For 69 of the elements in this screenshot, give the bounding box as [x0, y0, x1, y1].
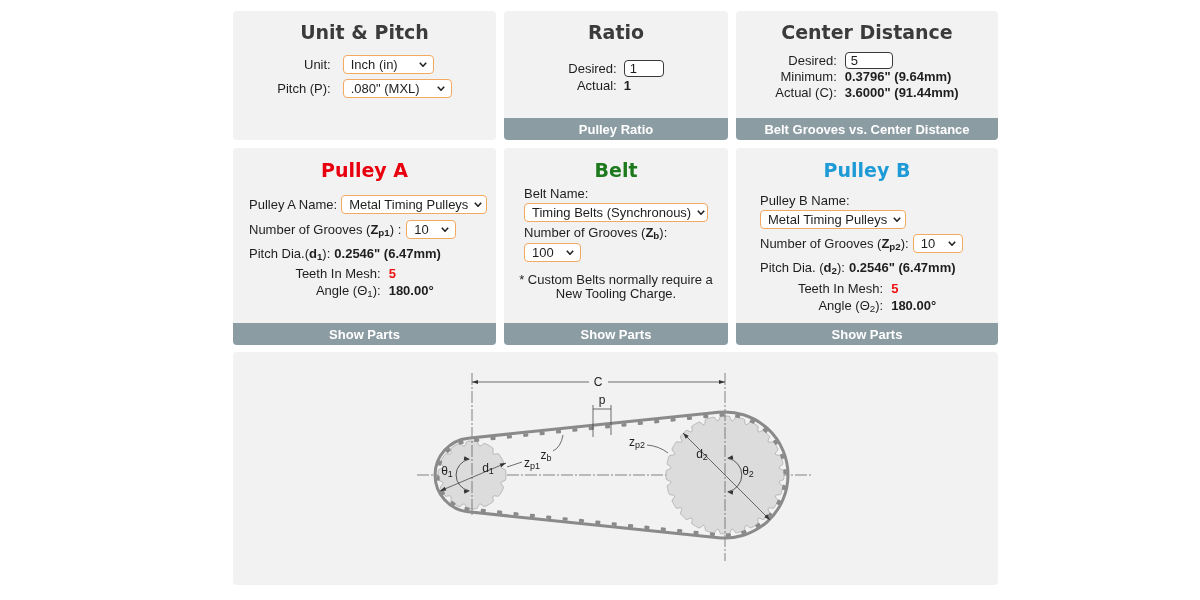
chevron-down-icon — [697, 210, 706, 215]
field-value: 180.00° — [388, 283, 434, 299]
chevron-down-icon — [474, 202, 483, 207]
chevron-down-icon — [893, 217, 902, 222]
field-value: 1 — [623, 78, 632, 94]
panel-title: Pulley A — [319, 158, 410, 183]
angle-arc — [727, 455, 743, 495]
diagram-label: C — [593, 376, 603, 388]
diagram-label: z$_{b}$ — [540, 449, 552, 461]
diagram-label: z$_{p1}$ — [524, 457, 540, 469]
field-label: Desired: — [568, 60, 617, 77]
panel-title: Ratio — [586, 20, 646, 45]
chevron-down-icon — [566, 250, 574, 255]
field-value: 5 — [388, 266, 397, 282]
field-label: Angle (Θ$_{1}$): — [314, 283, 381, 299]
field-label: Belt Name: — [524, 186, 589, 202]
leader-line — [506, 461, 523, 468]
field-value: 0.2546" (6.47mm) — [848, 260, 956, 276]
diagram-label: d$_{1}$ — [482, 462, 494, 474]
field-label: Minimum: — [779, 69, 837, 85]
grooves-select[interactable]: 100 — [524, 243, 581, 262]
field-label: Pitch Dia. (d$_{2}$): — [760, 260, 845, 276]
ratio-input[interactable]: 1 — [623, 60, 664, 77]
field-label: Teeth In Mesh: — [797, 281, 884, 297]
field-value: 0.2546" (6.47mm) — [334, 246, 441, 262]
field-label: Teeth In Mesh: — [295, 266, 381, 282]
field-label: Pitch (P): — [277, 80, 331, 97]
diagram-label: θ$_{2}$ — [742, 465, 754, 477]
field-label: Pitch Dia.(d$_{1}$): — [249, 246, 331, 262]
unit-select[interactable]: Inch (in) — [342, 55, 434, 74]
field-label: Number of Grooves (Z$_{b}$): — [524, 225, 668, 241]
diagram-label: p — [598, 394, 606, 406]
chevron-down-icon — [947, 241, 956, 246]
field-label: Pulley B Name: — [760, 193, 850, 209]
panel-title: Belt — [593, 158, 639, 183]
diameter-line — [439, 462, 507, 492]
leader-line — [646, 444, 669, 454]
pulley-name-select[interactable]: Metal Timing Pulleys — [760, 210, 906, 229]
small-pulley — [437, 440, 507, 510]
diagram-label: d$_{2}$ — [696, 448, 708, 460]
field-label: Actual: — [575, 78, 617, 94]
field-value: 180.00° — [891, 298, 937, 314]
angle-arc — [455, 456, 470, 494]
leader-line — [552, 434, 564, 452]
field-label: Angle (Θ$_{2}$): — [817, 298, 884, 314]
field-label: Unit: — [303, 56, 331, 73]
field-value: 0.3796" (9.64mm) — [844, 69, 953, 85]
chevron-down-icon — [441, 227, 450, 232]
tooling-note: * Custom Belts normally require a New Tooling Charge. — [518, 273, 714, 301]
field-value: 3.6000" (91.44mm) — [844, 85, 959, 101]
pitch-select[interactable]: .080" (MXL) — [342, 79, 452, 98]
field-label: Actual (C): — [775, 85, 837, 101]
panel-title: Center Distance — [780, 20, 954, 45]
pulley-name-select[interactable]: Metal Timing Pulleys — [341, 195, 488, 214]
field-value: 5 — [891, 281, 900, 297]
field-label: Pulley A Name: — [249, 196, 338, 213]
grooves-select[interactable]: 10 — [406, 220, 457, 239]
chevron-down-icon — [418, 62, 427, 67]
chevron-down-icon — [436, 86, 445, 91]
diagram-label: z$_{p2}$ — [629, 436, 645, 448]
panel-title: Unit & Pitch — [299, 20, 430, 45]
belt-name-select[interactable]: Timing Belts (Synchronous) — [524, 203, 708, 222]
grooves-select[interactable]: 10 — [912, 234, 963, 253]
field-label: Number of Grooves (Z$_{p1}$) : — [249, 221, 402, 238]
field-label: Desired: — [787, 52, 837, 69]
diagram-label: θ$_{1}$ — [441, 465, 453, 477]
panel-title: Pulley B — [822, 158, 912, 183]
field-label: Number of Grooves (Z$_{p2}$): — [760, 235, 909, 252]
center-distance-input[interactable]: 5 — [844, 52, 893, 69]
